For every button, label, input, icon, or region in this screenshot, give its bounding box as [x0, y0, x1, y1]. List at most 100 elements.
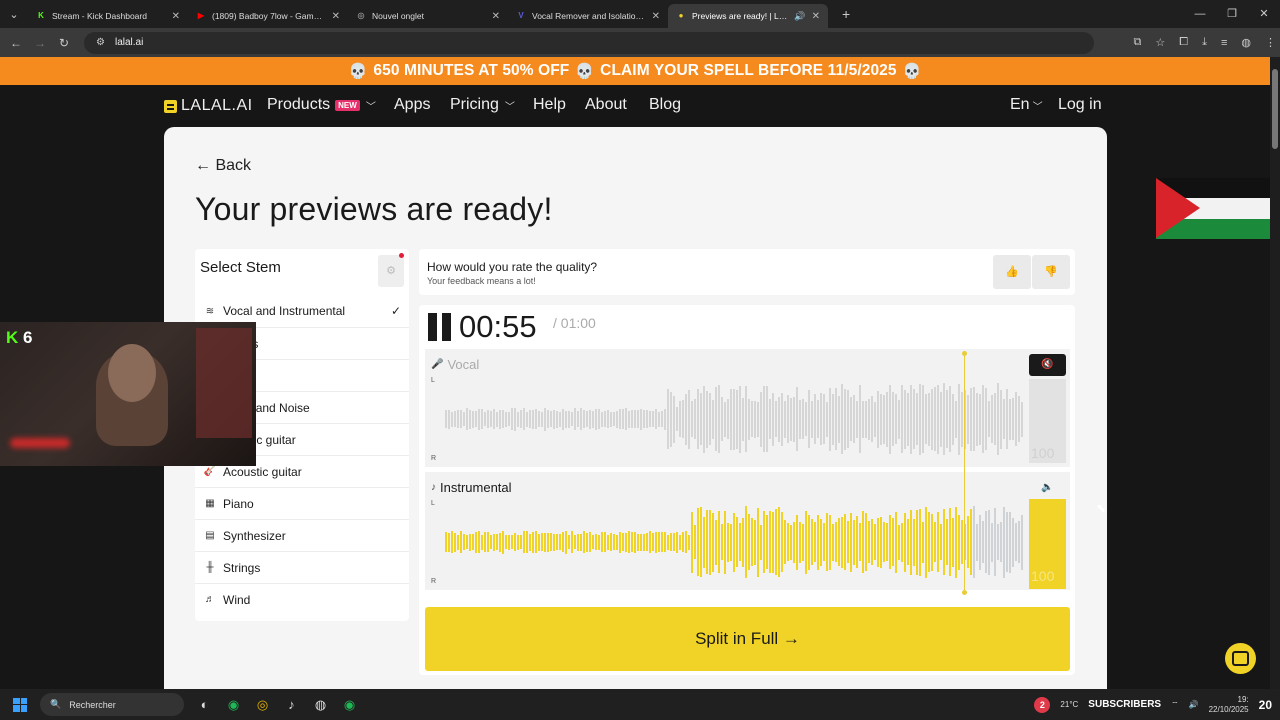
waveform-bar	[997, 383, 999, 455]
waveform-bar	[877, 517, 879, 567]
settings-gear-icon[interactable]: ⚙	[378, 255, 404, 287]
close-tab-icon[interactable]: ✕	[332, 11, 340, 22]
more-menu-icon[interactable]: ⋮	[1265, 36, 1276, 49]
thumbs-up-button[interactable]: 👍	[993, 255, 1031, 289]
taskbar-search[interactable]: 🔍 Rechercher	[40, 693, 184, 716]
install-app-icon[interactable]: ⧉	[1134, 36, 1142, 49]
waveform-bar	[868, 521, 870, 563]
promo-banner[interactable]: 💀 650 MINUTES AT 50% OFF 💀 CLAIM YOUR SP…	[0, 57, 1270, 85]
waveform-bar	[682, 400, 684, 438]
tab-audio-icon[interactable]: 🔊	[794, 11, 805, 22]
extensions-icon[interactable]: ⧠	[1179, 36, 1188, 49]
start-button[interactable]	[0, 697, 40, 712]
waveform-bar	[943, 383, 945, 455]
system-clock[interactable]: 19: 22/10/2025	[1209, 695, 1249, 715]
nav-about[interactable]: About	[585, 96, 627, 114]
waveform-bar	[946, 519, 948, 565]
browser-tab[interactable]: ◎ Nouvel onglet ✕	[348, 4, 508, 28]
close-tab-icon[interactable]: ✕	[812, 11, 820, 22]
waveform-bar	[514, 533, 516, 551]
waveform-bar	[571, 412, 573, 426]
waveform-bar	[841, 384, 843, 454]
instrumental-mute-button[interactable]: 🔈	[1029, 477, 1066, 499]
waveform-bar	[580, 408, 582, 430]
close-tab-icon[interactable]: ✕	[652, 11, 660, 22]
split-in-full-button[interactable]: Split in Full →	[425, 607, 1070, 671]
vocal-waveform[interactable]	[445, 379, 1023, 459]
page-scrollbar[interactable]	[1270, 57, 1280, 689]
back-nav-icon[interactable]: ←	[4, 36, 28, 50]
scrollbar-thumb[interactable]	[1272, 69, 1278, 149]
stem-label: Strings	[223, 560, 261, 575]
tab-search-button[interactable]: ⌄	[0, 0, 28, 28]
waveform-bar	[913, 518, 915, 566]
browser-tab[interactable]: ▶ (1809) Badboy 7low - Game Ov ✕	[188, 4, 348, 28]
waveform-bar	[487, 410, 489, 428]
tiktok-icon[interactable]: ♪	[277, 697, 306, 712]
spotify-icon[interactable]: ◉	[335, 697, 364, 713]
instrumental-waveform[interactable]	[445, 502, 1023, 582]
profile-avatar[interactable]: ◍	[1241, 36, 1251, 49]
chrome-icon[interactable]: ◎	[248, 697, 277, 713]
maximize-icon[interactable]: ❐	[1216, 0, 1248, 28]
site-logo[interactable]: LALAL.AI	[164, 97, 253, 115]
instrumental-track-label: ♪ Instrumental	[431, 480, 512, 495]
waveform-bar	[982, 385, 984, 453]
forward-nav-icon[interactable]: →	[28, 36, 52, 50]
waveform-bar	[574, 408, 576, 430]
waveform-bar	[709, 393, 711, 445]
waveform-bar	[829, 514, 831, 570]
wifi-icon[interactable]: ⌔	[1171, 700, 1179, 710]
url-input[interactable]: ⚙ lalal.ai	[84, 31, 1094, 54]
close-tab-icon[interactable]: ✕	[172, 11, 180, 22]
bookmark-star-icon[interactable]: ☆	[1155, 36, 1165, 49]
chat-support-button[interactable]	[1225, 643, 1256, 674]
waveform-bar	[538, 533, 540, 551]
waveform-bar	[661, 411, 663, 427]
waveform-bar	[613, 412, 615, 426]
right-channel-label: R	[431, 455, 437, 462]
stem-option[interactable]: ♬ Wind	[195, 583, 409, 615]
playhead[interactable]	[962, 351, 967, 595]
app-icon[interactable]: ◍	[306, 697, 335, 713]
media-control-icon[interactable]: ≡	[1221, 37, 1227, 49]
browser-tab[interactable]: V Vocal Remover and Isolation [A ✕	[508, 4, 668, 28]
edge-icon[interactable]: ◐	[190, 697, 219, 712]
volume-icon[interactable]: 🔊	[1189, 700, 1199, 709]
site-info-icon[interactable]: ⚙	[96, 37, 105, 48]
nav-blog[interactable]: Blog	[649, 96, 681, 114]
login-link[interactable]: Log in	[1058, 96, 1102, 114]
minimize-icon[interactable]: —	[1184, 0, 1216, 28]
waveform-bar	[577, 411, 579, 427]
reload-icon[interactable]: ↻	[52, 36, 76, 50]
instrumental-track[interactable]: ♪ Instrumental L R 🔈 100	[425, 472, 1070, 590]
stem-option[interactable]: ▤ Synthesizer	[195, 519, 409, 551]
nav-help[interactable]: Help	[533, 96, 566, 114]
stem-option[interactable]: ▦ Piano	[195, 487, 409, 519]
pause-button[interactable]	[428, 313, 452, 341]
waveform-bar	[832, 393, 834, 445]
browser-tab[interactable]: ● Previews are ready! | LALAL 🔊 ✕	[668, 4, 828, 28]
waveform-bar	[928, 512, 930, 572]
close-tab-icon[interactable]: ✕	[492, 11, 500, 22]
skull-icon: 💀	[902, 63, 922, 80]
thumbs-down-button[interactable]: 👎	[1032, 255, 1070, 289]
download-icon[interactable]: ⤓	[1202, 36, 1207, 49]
nav-products[interactable]: Products NEW ﹀	[267, 96, 376, 114]
browser-tab[interactable]: K Stream - Kick Dashboard ✕	[28, 4, 188, 28]
vocal-mute-button[interactable]: 🔇	[1029, 354, 1066, 376]
language-selector[interactable]: En ﹀	[1010, 96, 1043, 114]
vocal-track[interactable]: 🎤 Vocal L R 🔇 100	[425, 349, 1070, 467]
close-window-icon[interactable]: ✕	[1248, 0, 1280, 28]
spotify-icon[interactable]: ◉	[219, 697, 248, 713]
notification-count-badge[interactable]: 2	[1034, 696, 1051, 713]
waveform-bar	[1012, 517, 1014, 567]
waveform-bar	[508, 412, 510, 426]
new-tab-button[interactable]: +	[842, 6, 850, 22]
waveform-bar	[907, 392, 909, 446]
stem-option[interactable]: ╫ Strings	[195, 551, 409, 583]
weather-temp[interactable]: 21°C	[1060, 700, 1078, 709]
nav-pricing[interactable]: Pricing ﹀	[450, 96, 515, 114]
nav-apps[interactable]: Apps	[394, 96, 430, 114]
back-link[interactable]: ← Back	[195, 157, 251, 175]
